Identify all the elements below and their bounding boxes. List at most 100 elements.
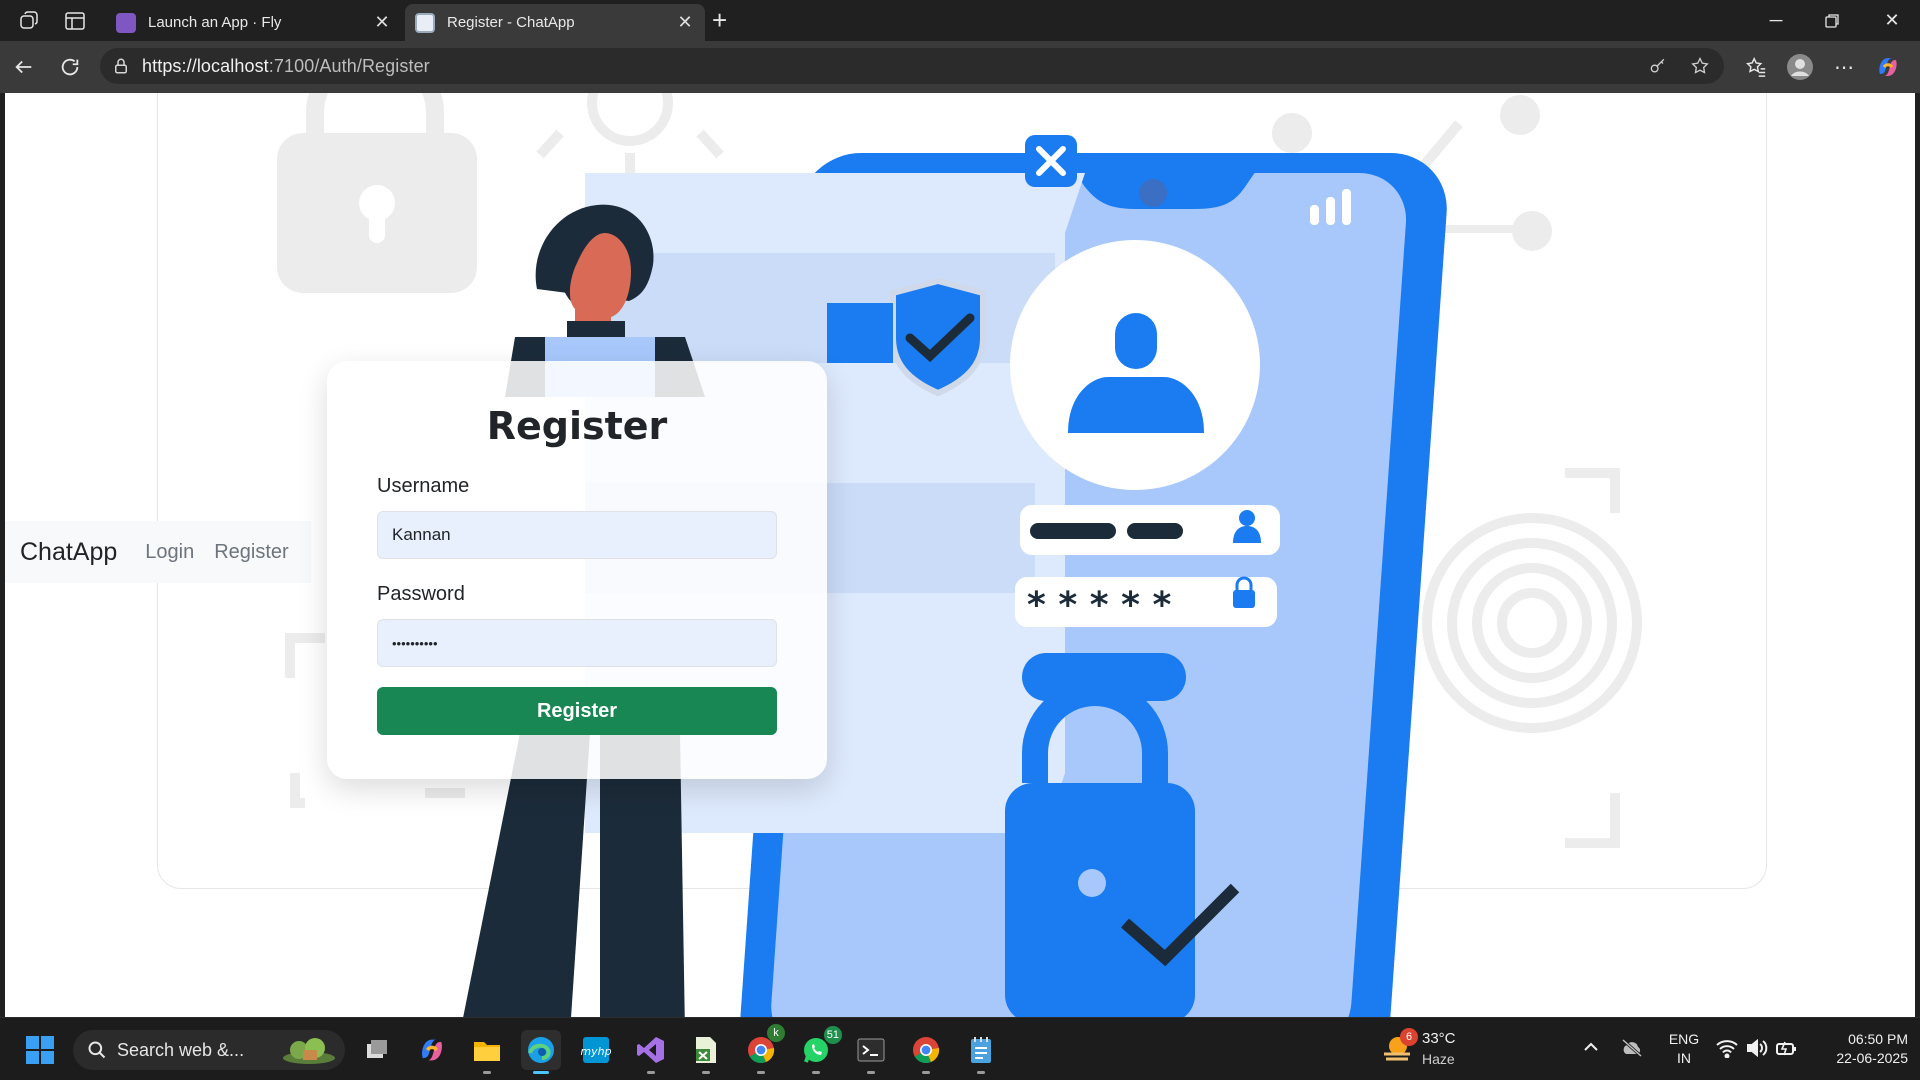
username-dash-2 [1127, 523, 1183, 539]
weather-temp[interactable]: 33°C [1422, 1030, 1456, 1047]
back-arrow-icon [15, 60, 32, 74]
close-tab-icon[interactable]: ✕ [372, 12, 392, 33]
close-tab-icon[interactable]: ✕ [675, 12, 695, 33]
edge-browser-button[interactable] [521, 1030, 561, 1074]
refresh-icon [61, 58, 79, 76]
notepad-icon [971, 1037, 991, 1063]
myhp-button[interactable]: myhp [576, 1030, 616, 1070]
workspaces-icon[interactable] [18, 9, 42, 33]
whatsapp-button[interactable]: 51 [796, 1026, 842, 1074]
task-view-icon [367, 1040, 387, 1058]
nav-link-register[interactable]: Register [214, 541, 288, 564]
battery-charging-icon [1776, 1041, 1796, 1056]
fly-favicon [116, 12, 136, 33]
speaker-icon [1747, 1038, 1768, 1058]
excel-app-button[interactable] [686, 1030, 726, 1074]
big-lock-keyhole [1078, 869, 1106, 897]
user-head [1115, 313, 1157, 369]
show-hidden-icons-button[interactable] [1582, 1038, 1600, 1060]
file-explorer-button[interactable] [467, 1030, 507, 1074]
chrome-icon [913, 1037, 940, 1064]
tab-fly[interactable]: Launch an App · Fly ✕ [106, 4, 402, 41]
background-fingerprint-icon [1422, 468, 1642, 848]
navbar-brand[interactable]: ChatApp [20, 538, 117, 567]
person-collar [567, 321, 625, 337]
small-lock-icon [1233, 590, 1255, 608]
refresh-button[interactable] [56, 53, 84, 81]
onedrive-status[interactable] [1620, 1038, 1644, 1062]
edge-icon [528, 1037, 554, 1063]
minimize-button[interactable]: ─ [1748, 0, 1804, 41]
username-label: Username [377, 475, 470, 497]
favorites-button[interactable] [1742, 53, 1770, 81]
svg-text:myhp: myhp [581, 1045, 611, 1058]
battery-status[interactable] [1775, 1038, 1799, 1062]
restore-button[interactable] [1804, 0, 1860, 41]
restore-icon [1825, 13, 1839, 28]
page-viewport: * * * * * ChatApp Login Register Registe… [5, 93, 1915, 1017]
username-dash-1 [1030, 523, 1116, 539]
search-icon [88, 1041, 106, 1059]
lock-icon[interactable] [112, 57, 130, 75]
username-input[interactable] [377, 511, 777, 559]
start-button[interactable] [20, 1030, 60, 1070]
notepad-button[interactable] [961, 1030, 1001, 1074]
region-code: IN [1677, 1050, 1691, 1066]
windows-logo-icon [26, 1036, 54, 1064]
url-path: :7100/Auth/Register [268, 56, 430, 76]
copilot-taskbar-button[interactable] [412, 1030, 452, 1070]
chrome-profile-2-button[interactable] [906, 1030, 946, 1074]
copilot-button[interactable] [1874, 53, 1902, 81]
weather-widget-icon[interactable]: 6 [1380, 1028, 1420, 1068]
browser-tab-bar: Launch an App · Fly ✕ Register - ChatApp… [0, 0, 1920, 41]
windows-taskbar: Search web &... myhp k 51 6 33°C Haze EN… [0, 1017, 1920, 1080]
tab-register-chatapp[interactable]: Register - ChatApp ✕ [405, 4, 705, 41]
chrome-profile-k-button[interactable]: k [741, 1024, 785, 1074]
weather-desc[interactable]: Haze [1422, 1051, 1455, 1067]
password-stars: * * * * * [1027, 585, 1171, 626]
taskbar-search[interactable]: Search web &... [73, 1030, 345, 1070]
more-menu-button[interactable]: ⋯ [1830, 53, 1858, 81]
avatar-icon [1787, 54, 1813, 80]
vertical-tabs-icon[interactable] [63, 9, 87, 33]
language-indicator[interactable]: ENG IN [1666, 1031, 1702, 1066]
register-card: Register Username Password Register [327, 361, 827, 779]
clock[interactable]: 06:50 PM 22-06-2025 [1810, 1031, 1908, 1066]
clock-time: 06:50 PM [1848, 1031, 1908, 1047]
search-highlight-icon [283, 1038, 335, 1064]
small-user-icon-head [1239, 510, 1255, 526]
myhp-icon: myhp [581, 1037, 611, 1063]
close-window-button[interactable]: ✕ [1864, 0, 1920, 41]
page-favicon [415, 12, 435, 33]
visual-studio-button[interactable] [631, 1030, 671, 1074]
favorite-star-icon[interactable] [1690, 56, 1710, 76]
back-button[interactable] [10, 53, 38, 81]
tab-title: Launch an App · Fly [148, 14, 282, 31]
new-tab-button[interactable]: + [712, 7, 727, 33]
site-navbar: ChatApp Login Register [5, 521, 311, 583]
nav-link-login[interactable]: Login [145, 541, 194, 564]
key-icon[interactable] [1648, 56, 1668, 76]
copilot-icon [1879, 58, 1897, 76]
password-input[interactable] [377, 619, 777, 667]
address-bar-row: https://localhost:7100/Auth/Register ⋯ [0, 41, 1920, 93]
terminal-icon [857, 1038, 885, 1062]
task-view-button[interactable] [357, 1030, 397, 1070]
copilot-icon [422, 1039, 442, 1061]
url-text[interactable]: https://localhost:7100/Auth/Register [142, 56, 430, 77]
profile-button[interactable] [1786, 53, 1814, 81]
register-submit-button[interactable]: Register [377, 687, 777, 735]
terminal-button[interactable] [851, 1030, 891, 1074]
volume-status[interactable] [1746, 1038, 1768, 1062]
keyhole-slot [369, 203, 385, 243]
visual-studio-icon [637, 1037, 664, 1063]
blue-input-bar [827, 303, 893, 363]
wifi-icon [1716, 1040, 1738, 1059]
whatsapp-unread-badge: 51 [823, 1026, 842, 1044]
language-code: ENG [1668, 1031, 1700, 1047]
weather-alert-badge: 6 [1400, 1028, 1418, 1046]
background-gear-icon [536, 93, 724, 179]
url-bar[interactable]: https://localhost:7100/Auth/Register [100, 48, 1724, 84]
spreadsheet-icon [696, 1037, 716, 1063]
wifi-status[interactable] [1716, 1038, 1738, 1062]
